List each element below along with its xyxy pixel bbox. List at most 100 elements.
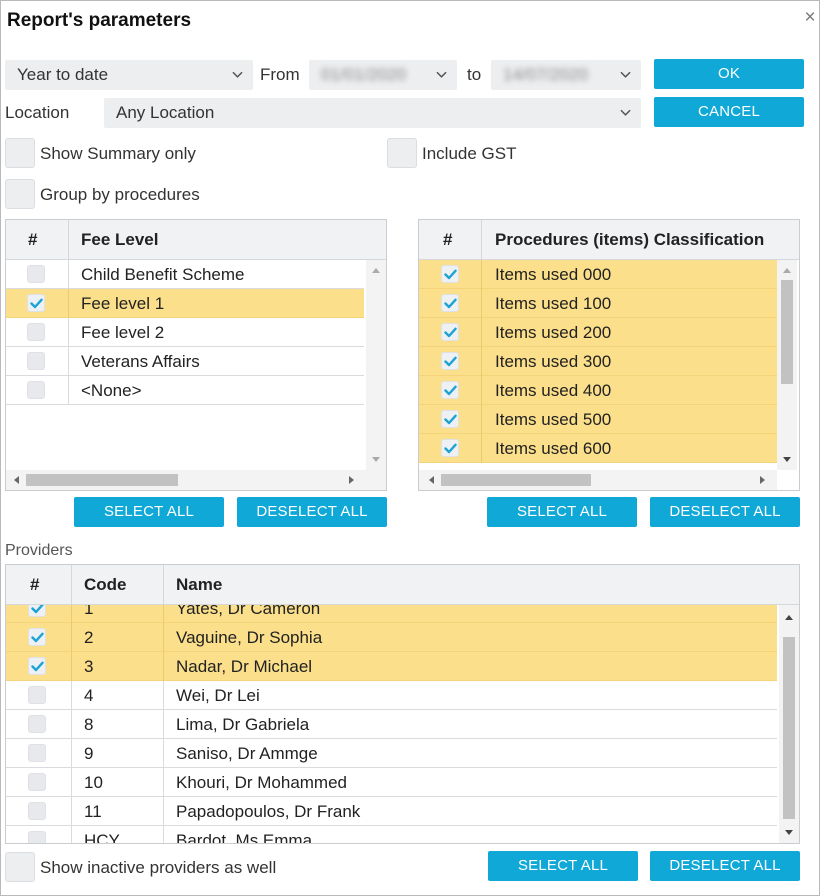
chevron-down-icon — [620, 109, 631, 116]
row-checkbox[interactable] — [28, 628, 46, 646]
providers-deselect-all-button[interactable]: DESELECT ALL — [650, 851, 800, 881]
row-checkbox[interactable] — [441, 352, 459, 370]
checkmark-icon — [31, 661, 44, 672]
dialog-title: Report's parameters — [7, 10, 192, 31]
column-header-code[interactable]: Code — [84, 565, 127, 605]
cancel-button[interactable]: CANCEL — [654, 97, 804, 127]
procedure-row[interactable]: Items used 300 — [419, 347, 777, 376]
provider-row[interactable]: HCY Bardot, Ms Emma — [6, 826, 777, 843]
procedures-vertical-scrollbar[interactable] — [777, 260, 797, 470]
provider-row[interactable]: 10 Khouri, Dr Mohammed — [6, 768, 777, 797]
procedure-row[interactable]: Items used 500 — [419, 405, 777, 434]
column-header-name[interactable]: Name — [176, 565, 222, 605]
row-checkbox[interactable] — [441, 323, 459, 341]
provider-row[interactable]: 2 Vaguine, Dr Sophia — [6, 623, 777, 652]
close-icon[interactable]: × — [801, 8, 819, 27]
row-checkbox[interactable] — [28, 715, 46, 733]
row-checkbox[interactable] — [28, 657, 46, 675]
procedure-row[interactable]: Items used 600 — [419, 434, 777, 463]
show-inactive-providers-checkbox[interactable] — [5, 852, 35, 882]
row-checkbox[interactable] — [27, 294, 45, 312]
provider-row[interactable]: 11 Papadopoulos, Dr Frank — [6, 797, 777, 826]
scroll-down-icon[interactable] — [782, 456, 792, 464]
row-checkbox[interactable] — [28, 831, 46, 843]
provider-row[interactable]: 8 Lima, Dr Gabriela — [6, 710, 777, 739]
row-checkbox[interactable] — [27, 265, 45, 283]
fee-level-deselect-all-button[interactable]: DESELECT ALL — [237, 497, 387, 527]
row-checkbox[interactable] — [28, 605, 46, 617]
procedures-select-all-button[interactable]: SELECT ALL — [487, 497, 637, 527]
from-date-value: 01/01/2020 — [321, 65, 407, 84]
row-checkbox[interactable] — [441, 294, 459, 312]
scroll-left-icon[interactable] — [12, 475, 20, 485]
provider-name: Lima, Dr Gabriela — [176, 715, 310, 734]
fee-level-row[interactable]: <None> — [6, 376, 364, 405]
from-date-select[interactable]: 01/01/2020 — [309, 60, 457, 90]
checkmark-icon — [444, 356, 457, 367]
show-summary-checkbox[interactable] — [5, 138, 35, 168]
providers-vertical-scrollbar[interactable] — [779, 605, 799, 843]
location-select[interactable]: Any Location — [104, 98, 641, 128]
row-checkbox[interactable] — [441, 381, 459, 399]
row-checkbox[interactable] — [27, 352, 45, 370]
fee-level-select-all-button[interactable]: SELECT ALL — [74, 497, 224, 527]
procedures-hscroll-thumb[interactable] — [441, 474, 591, 486]
fee-level-row[interactable]: Veterans Affairs — [6, 347, 364, 376]
procedures-horizontal-scrollbar[interactable] — [419, 470, 777, 490]
procedures-vscroll-thumb[interactable] — [781, 280, 793, 384]
procedure-row[interactable]: Items used 400 — [419, 376, 777, 405]
row-checkbox[interactable] — [441, 410, 459, 428]
row-checkbox[interactable] — [441, 265, 459, 283]
procedure-name: Items used 200 — [495, 323, 612, 342]
scroll-left-icon[interactable] — [427, 475, 435, 485]
procedure-name: Items used 100 — [495, 294, 612, 313]
fee-level-horizontal-scrollbar[interactable] — [6, 470, 386, 490]
scroll-down-icon[interactable] — [371, 456, 381, 464]
row-checkbox[interactable] — [28, 773, 46, 791]
fee-level-row[interactable]: Child Benefit Scheme — [6, 260, 364, 289]
to-date-select[interactable]: 14/07/2020 — [491, 60, 641, 90]
group-by-procedures-checkbox[interactable] — [5, 179, 35, 209]
period-select[interactable]: Year to date — [5, 60, 253, 90]
ok-button[interactable]: OK — [654, 59, 804, 89]
procedure-row[interactable]: Items used 000 — [419, 260, 777, 289]
scroll-up-icon[interactable] — [782, 266, 792, 274]
scroll-down-icon[interactable] — [784, 829, 794, 837]
chevron-down-icon — [620, 71, 631, 78]
row-checkbox[interactable] — [27, 323, 45, 341]
provider-row[interactable]: 1 Yates, Dr Cameron — [6, 605, 777, 623]
scroll-up-icon[interactable] — [784, 613, 794, 621]
provider-name: Saniso, Dr Ammge — [176, 744, 318, 763]
providers-vscroll-thumb[interactable] — [783, 637, 795, 819]
row-checkbox[interactable] — [28, 802, 46, 820]
providers-select-all-button[interactable]: SELECT ALL — [488, 851, 638, 881]
row-checkbox[interactable] — [28, 686, 46, 704]
provider-name: Nadar, Dr Michael — [176, 657, 313, 676]
location-select-value: Any Location — [116, 103, 215, 122]
procedure-row[interactable]: Items used 100 — [419, 289, 777, 318]
procedure-name: Items used 400 — [495, 381, 612, 400]
provider-code: 3 — [84, 657, 94, 676]
fee-level-row[interactable]: Fee level 1 — [6, 289, 364, 318]
scroll-right-icon[interactable] — [759, 475, 767, 485]
fee-level-name: Fee level 1 — [81, 294, 165, 313]
row-checkbox[interactable] — [441, 439, 459, 457]
column-header-fee-level[interactable]: Fee Level — [81, 220, 159, 260]
checkmark-icon — [444, 327, 457, 338]
row-checkbox[interactable] — [28, 744, 46, 762]
provider-row[interactable]: 4 Wei, Dr Lei — [6, 681, 777, 710]
fee-level-row[interactable]: Fee level 2 — [6, 318, 364, 347]
fee-level-vertical-scrollbar[interactable] — [366, 260, 386, 470]
scroll-right-icon[interactable] — [348, 475, 356, 485]
procedures-deselect-all-button[interactable]: DESELECT ALL — [650, 497, 800, 527]
checkmark-icon — [444, 414, 457, 425]
scroll-up-icon[interactable] — [371, 266, 381, 274]
provider-row[interactable]: 9 Saniso, Dr Ammge — [6, 739, 777, 768]
fee-level-name: Fee level 2 — [81, 323, 165, 342]
include-gst-checkbox[interactable] — [387, 138, 417, 168]
procedure-row[interactable]: Items used 200 — [419, 318, 777, 347]
fee-level-hscroll-thumb[interactable] — [26, 474, 178, 486]
column-header-procedures[interactable]: Procedures (items) Classification — [495, 220, 764, 260]
row-checkbox[interactable] — [27, 381, 45, 399]
provider-row[interactable]: 3 Nadar, Dr Michael — [6, 652, 777, 681]
